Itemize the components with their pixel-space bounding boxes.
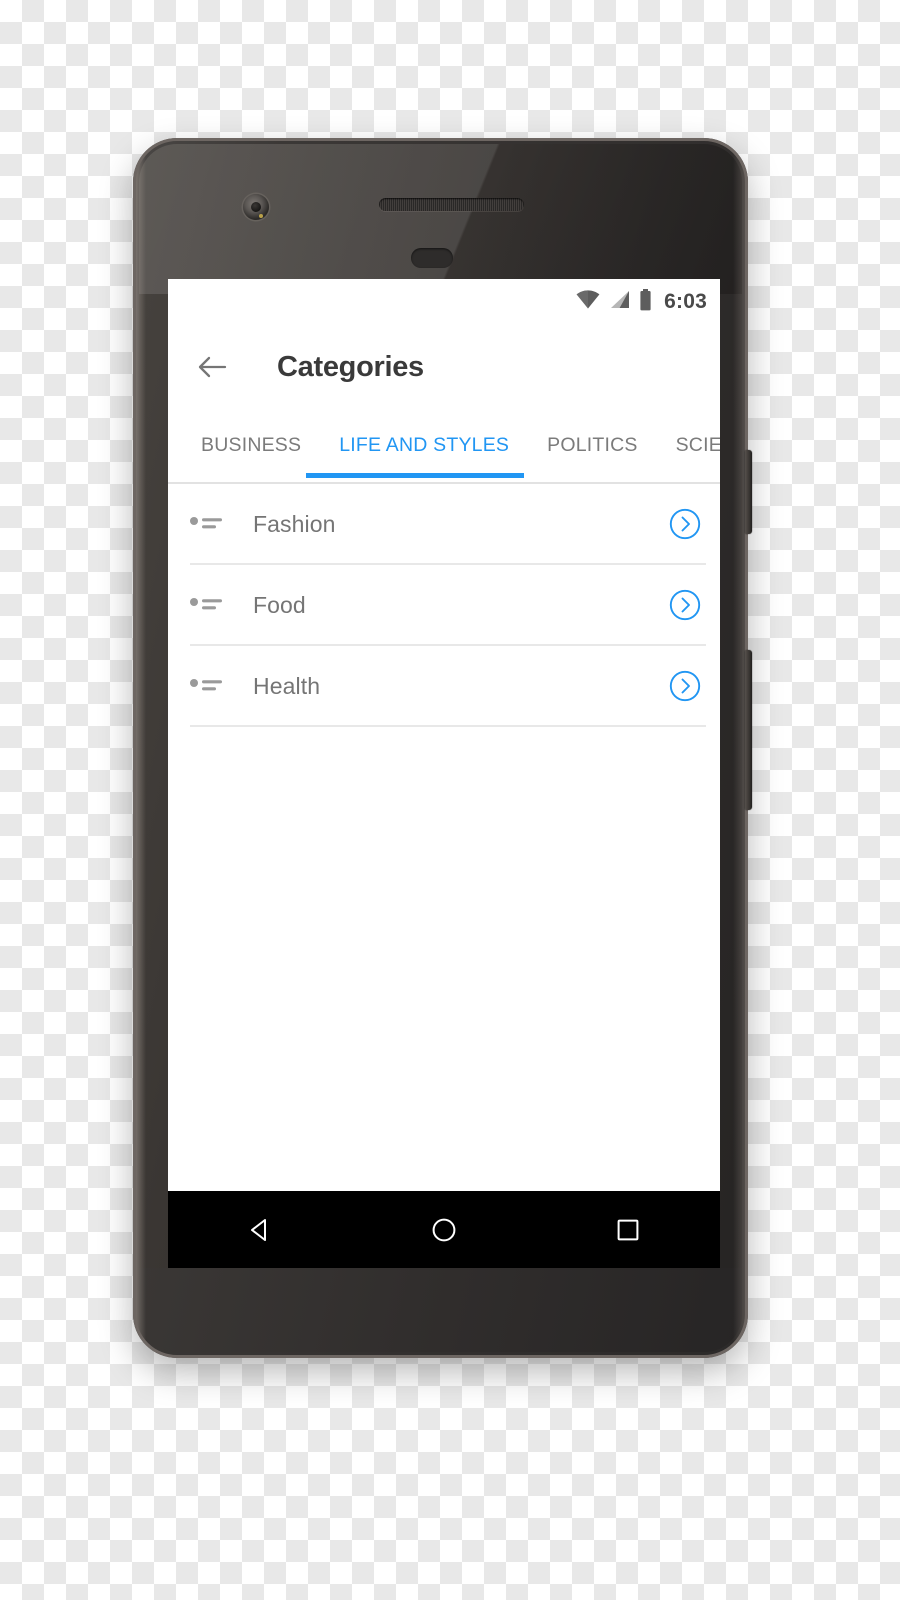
tab-politics[interactable]: POLITICS: [528, 409, 656, 482]
bullet-list-icon: [190, 594, 224, 616]
tab-science[interactable]: SCIENCE: [657, 409, 720, 482]
category-list: Fashion Food Health: [168, 484, 720, 727]
front-camera: [243, 194, 269, 220]
tab-bar: BUSINESS LIFE AND STYLES POLITICS SCIENC…: [168, 409, 720, 482]
bullet-list-icon: [190, 513, 224, 535]
list-item-label: Fashion: [253, 510, 336, 537]
earpiece-speaker: [379, 198, 524, 211]
wifi-icon: [576, 290, 600, 314]
recents-nav-button[interactable]: [598, 1200, 658, 1260]
phone-body: 6:03 Categories BUSINESS LIFE AND STYLES…: [139, 144, 742, 1352]
tab-business[interactable]: BUSINESS: [182, 409, 320, 482]
list-item-divider: [190, 725, 706, 727]
chevron-right-circle-icon[interactable]: [668, 507, 702, 541]
list-item-label: Food: [253, 591, 306, 618]
active-tab-indicator: [306, 473, 524, 478]
volume-button[interactable]: [745, 650, 752, 810]
status-bar: 6:03: [168, 279, 720, 325]
home-nav-button[interactable]: [414, 1200, 474, 1260]
camera-led-icon: [259, 214, 263, 218]
phone-device: 6:03 Categories BUSINESS LIFE AND STYLES…: [133, 138, 752, 1358]
phone-bottom-chin: [139, 1268, 742, 1352]
back-arrow-icon[interactable]: [192, 347, 232, 387]
cellular-signal-icon: [609, 290, 630, 314]
back-nav-button[interactable]: [230, 1200, 290, 1260]
battery-icon: [639, 288, 652, 316]
list-item[interactable]: Fashion: [168, 484, 720, 565]
power-button[interactable]: [745, 450, 752, 534]
android-nav-bar: [168, 1191, 720, 1268]
list-item-label: Health: [253, 672, 321, 699]
chevron-right-circle-icon[interactable]: [668, 588, 702, 622]
bullet-list-icon: [190, 675, 224, 697]
list-item[interactable]: Food: [168, 565, 720, 646]
tab-life-and-styles[interactable]: LIFE AND STYLES: [320, 409, 528, 482]
chevron-right-circle-icon[interactable]: [668, 669, 702, 703]
list-item[interactable]: Health: [168, 646, 720, 727]
phone-screen: 6:03 Categories BUSINESS LIFE AND STYLES…: [168, 279, 720, 1191]
screen-glass-reflection: [139, 144, 742, 294]
proximity-sensor: [411, 248, 453, 268]
app-bar: Categories: [168, 325, 720, 409]
status-bar-clock: 6:03: [664, 290, 707, 313]
page-title: Categories: [277, 350, 424, 383]
